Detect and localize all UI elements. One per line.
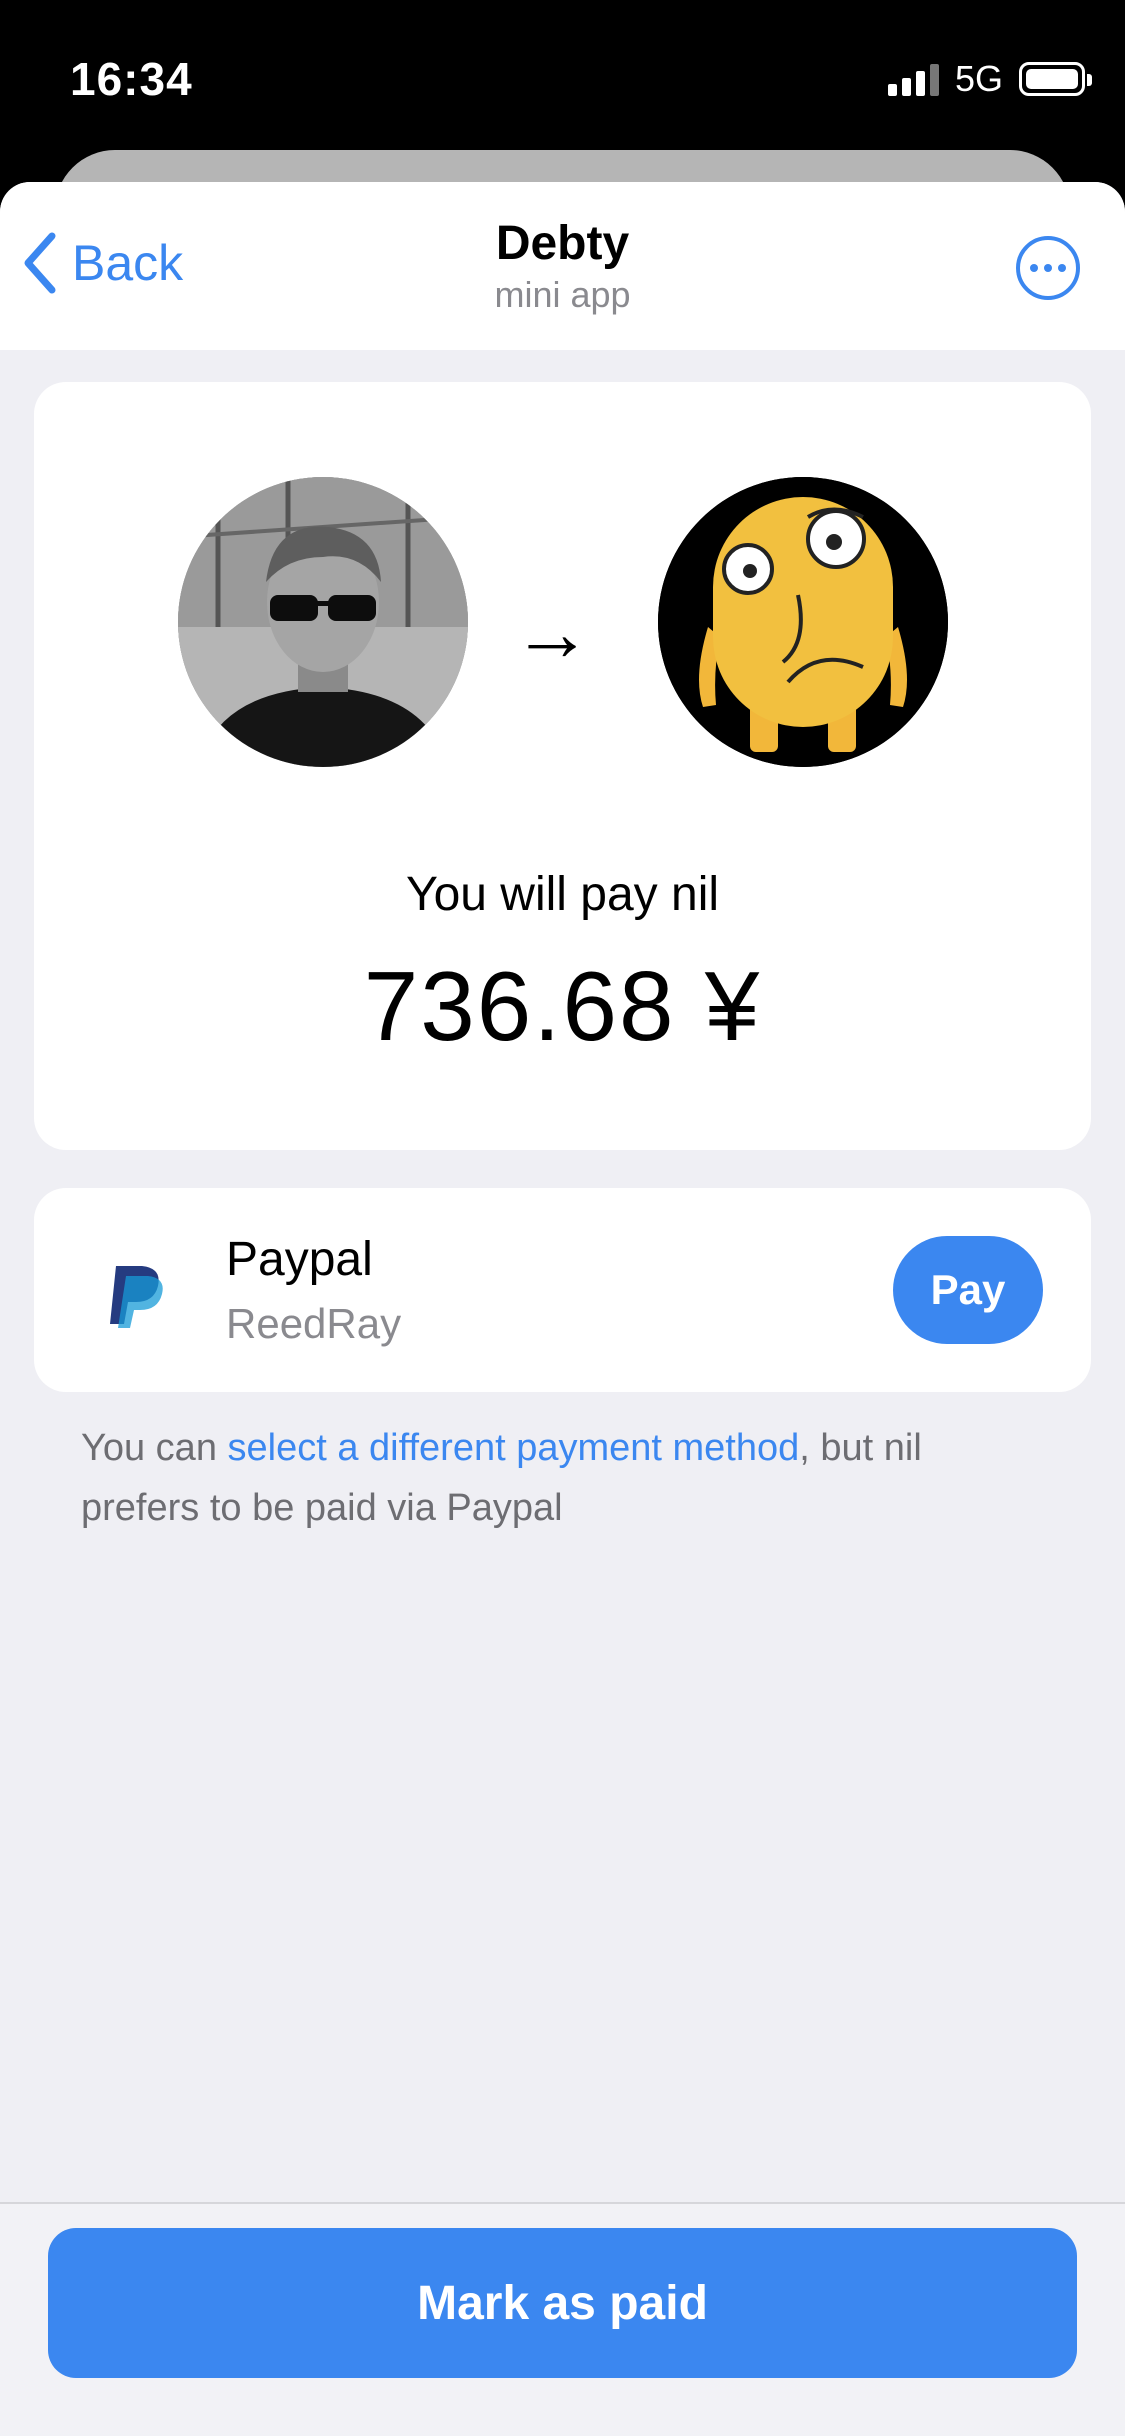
signal-icon (887, 62, 939, 96)
payment-method-name: Paypal (226, 1233, 373, 1286)
paypal-icon (110, 1266, 163, 1328)
battery-icon (1019, 62, 1092, 96)
mark-as-paid-button[interactable]: Mark as paid (48, 2228, 1077, 2378)
mini-app-sheet: Back Debty mini app → You will pay nil 7… (0, 182, 1125, 2436)
status-time: 16:34 (70, 53, 193, 105)
payment-method-username: ReedRay (226, 1300, 402, 1347)
page-title: Debty (495, 217, 630, 270)
bottom-action-bar: Mark as paid (0, 2202, 1125, 2436)
select-payment-method-link[interactable]: select a different payment method (228, 1427, 800, 1469)
page-subtitle: mini app (494, 274, 631, 315)
network-type: 5G (954, 58, 1003, 99)
pay-button[interactable]: Pay (893, 1236, 1043, 1344)
payee-avatar (658, 477, 948, 767)
payment-summary-card: → You will pay nil 736.68 ¥ (34, 382, 1091, 1150)
hint-prefix: You can (81, 1427, 228, 1469)
navigation-bar: Back Debty mini app (0, 182, 1125, 350)
more-options-button[interactable] (1016, 236, 1080, 300)
payment-method-card[interactable]: Paypal ReedRay Pay (34, 1188, 1091, 1392)
payment-method-hint: You can select a different payment metho… (81, 1418, 1041, 1538)
pay-recipient-label: You will pay nil (405, 868, 720, 921)
status-icons: 5G (887, 58, 1092, 100)
payment-amount: 736.68 ¥ (363, 951, 762, 1061)
status-bar: 16:34 5G (0, 0, 1125, 160)
payer-avatar (178, 477, 468, 767)
transfer-arrow: → (512, 588, 592, 677)
ellipsis-circle-icon (1030, 264, 1038, 272)
